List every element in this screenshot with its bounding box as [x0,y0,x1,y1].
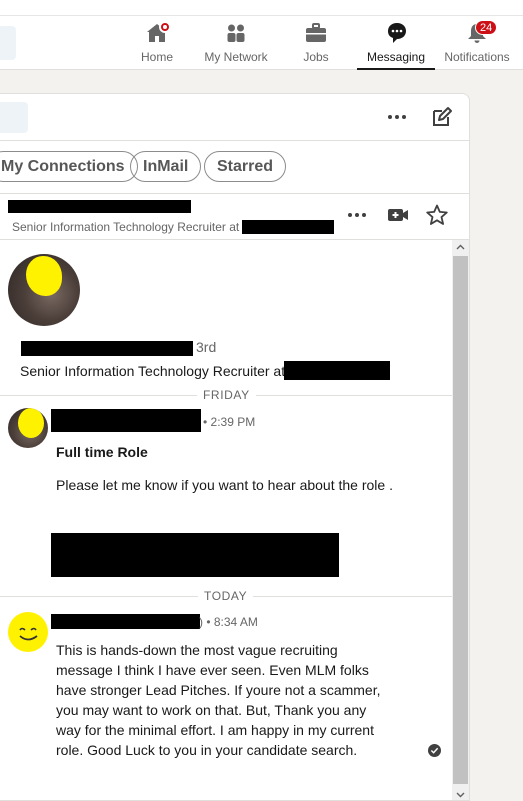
scrollbar-thumb[interactable] [453,256,468,784]
filter-pills: My Connections InMail Starred [0,142,469,194]
day-label-friday: FRIDAY [197,388,256,402]
nav-notifications-label: Notifications [444,50,510,64]
redacted-name [8,200,191,213]
home-notification-dot [159,21,171,33]
filter-inmail[interactable]: InMail [130,151,202,182]
scroll-up-arrow-icon[interactable] [452,240,469,254]
message-timestamp: ) • 8:34 AM [199,615,258,629]
scribble-overlay [26,256,62,296]
more-options-icon[interactable] [384,104,410,130]
sender-avatar[interactable] [8,408,48,448]
redacted-sender-name [51,614,200,629]
sender-avatar[interactable] [8,612,48,652]
nav-my-network[interactable]: My Network [203,20,269,70]
search-messages-input[interactable] [0,102,28,133]
redacted-profile-company [284,361,390,380]
browser-strip [0,0,523,16]
conversation-header: Senior Information Technology Recruiter … [0,194,469,240]
message-subject: Full time Role [56,444,148,460]
profile-avatar[interactable] [8,254,80,326]
day-label-today: TODAY [198,589,254,603]
nav-home[interactable]: Home [139,20,175,70]
nav-jobs-label: Jobs [303,50,329,64]
home-icon [143,20,171,46]
thread-scrollbar[interactable] [452,240,469,800]
smiley-scribble-icon [19,627,38,641]
nav-messaging-label: Messaging [366,50,426,64]
scribble-overlay [18,408,44,438]
message-body: This is hands-down the most vague recrui… [56,642,381,758]
message-timestamp: • 2:39 PM [203,415,256,429]
scroll-down-arrow-icon[interactable] [452,788,469,800]
redacted-company [242,220,334,234]
bell-icon: 24 [463,20,498,46]
nav-jobs[interactable]: Jobs [302,20,330,70]
messaging-header [0,94,469,141]
filter-starred[interactable]: Starred [204,151,287,182]
nav-messaging[interactable]: Messaging [357,20,435,70]
top-nav: Home My Network Jobs Messaging 24 Notifi… [0,0,523,70]
global-search-input[interactable] [0,26,16,60]
message-body: Please let me know if you want to hear a… [56,477,393,493]
redacted-signature [51,533,339,577]
network-icon [222,20,250,46]
connection-degree: 3rd [196,339,217,355]
redacted-sender-name [51,409,201,432]
messaging-panel: My Connections InMail Starred Senior Inf… [0,93,470,801]
redacted-profile-name [21,341,193,356]
profile-headline: Senior Information Technology Recruiter … [20,363,286,379]
nav-my-network-label: My Network [204,50,268,64]
read-receipt-icon [428,744,441,757]
briefcase-icon [302,20,330,46]
conversation-subtitle: Senior Information Technology Recruiter … [12,220,240,234]
nav-notifications[interactable]: 24 Notifications [442,20,512,70]
filter-my-connections[interactable]: My Connections [0,151,138,182]
video-call-icon[interactable] [385,202,411,228]
messaging-icon [382,20,410,46]
conversation-more-icon[interactable] [344,202,370,228]
star-icon[interactable] [424,202,450,228]
compose-icon[interactable] [429,104,455,130]
notifications-badge: 24 [475,20,498,35]
nav-home-label: Home [140,50,173,64]
message-thread: 3rd Senior Information Technology Recrui… [0,240,452,800]
